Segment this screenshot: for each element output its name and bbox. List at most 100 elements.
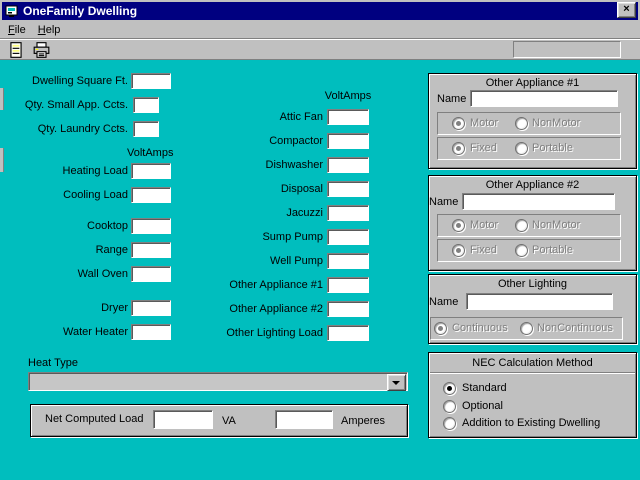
menu-help[interactable]: Help (32, 22, 67, 38)
heat-type-dropdown-button[interactable] (387, 374, 406, 391)
appliance2-name-label: Name (429, 196, 458, 209)
noncontinuous-label: NonContinuous (537, 322, 613, 335)
compactor-input[interactable] (327, 133, 369, 149)
va-unit-label: VA (222, 415, 236, 428)
appliance2-motor-radio (452, 219, 465, 232)
appliance1-nonmotor-radio (515, 117, 528, 130)
print-button[interactable] (32, 41, 52, 59)
nec-addition-radio[interactable] (443, 417, 456, 430)
other-appliance2-va-label: Other Appliance #2 (180, 303, 323, 316)
compactor-label: Compactor (180, 135, 323, 148)
net-computed-load-label: Net Computed Load (45, 413, 143, 426)
nec-method-title: NEC Calculation Method (429, 357, 636, 370)
heat-type-select[interactable] (28, 372, 408, 391)
appliance1-portable-label: Portable (532, 142, 573, 155)
appliance2-portable-radio (515, 244, 528, 257)
lighting-name-input[interactable] (466, 293, 613, 310)
report-icon (7, 41, 25, 59)
jacuzzi-label: Jacuzzi (180, 207, 323, 220)
heat-type-label: Heat Type (28, 357, 78, 370)
qty-small-app-input[interactable] (133, 97, 159, 113)
disposal-input[interactable] (327, 181, 369, 197)
attic-fan-label: Attic Fan (180, 111, 323, 124)
qty-small-app-label: Qty. Small App. Ccts. (0, 99, 128, 112)
noncontinuous-radio (520, 322, 533, 335)
qty-laundry-input[interactable] (133, 121, 159, 137)
net-load-amperes-input[interactable] (275, 410, 333, 429)
qty-laundry-label: Qty. Laundry Ccts. (0, 123, 128, 136)
appliance2-nonmotor-label: NonMotor (532, 219, 580, 232)
water-heater-label: Water Heater (0, 326, 128, 339)
dishwasher-label: Dishwasher (180, 159, 323, 172)
other-appliance1-va-input[interactable] (327, 277, 369, 293)
dishwasher-input[interactable] (327, 157, 369, 173)
range-label: Range (0, 244, 128, 257)
app-icon (5, 4, 19, 18)
dryer-label: Dryer (0, 302, 128, 315)
printer-icon (32, 41, 51, 59)
report-button[interactable] (7, 41, 27, 59)
net-load-va-input[interactable] (153, 410, 213, 429)
well-pump-input[interactable] (327, 253, 369, 269)
cooling-load-label: Cooling Load (0, 189, 128, 202)
appliance1-portable-radio (515, 142, 528, 155)
appliance1-motor-radio (452, 117, 465, 130)
sump-pump-input[interactable] (327, 229, 369, 245)
appliance1-motor-label: Motor (470, 117, 498, 130)
appliance1-name-label: Name (437, 93, 466, 106)
sump-pump-label: Sump Pump (180, 231, 323, 244)
voltamps-header-left: VoltAmps (127, 147, 173, 160)
appliance2-motor-label: Motor (470, 219, 498, 232)
other-lighting-load-label: Other Lighting Load (180, 327, 323, 340)
cooktop-label: Cooktop (0, 220, 128, 233)
toolbar-status-box (513, 41, 621, 58)
other-lighting-load-input[interactable] (327, 325, 369, 341)
wall-oven-label: Wall Oven (0, 268, 128, 281)
amperes-unit-label: Amperes (341, 415, 385, 428)
dryer-input[interactable] (131, 300, 171, 316)
appliance2-fixed-label: Fixed (470, 244, 497, 257)
jacuzzi-input[interactable] (327, 205, 369, 221)
other-appliance2-va-input[interactable] (327, 301, 369, 317)
nec-addition-label: Addition to Existing Dwelling (462, 417, 600, 430)
water-heater-input[interactable] (131, 324, 171, 340)
appliance2-fixed-radio (452, 244, 465, 257)
voltamps-header-middle: VoltAmps (324, 90, 372, 103)
nec-optional-label: Optional (462, 400, 503, 413)
other-appliance1-va-label: Other Appliance #1 (180, 279, 323, 292)
other-lighting-title: Other Lighting (429, 278, 636, 291)
well-pump-label: Well Pump (180, 255, 323, 268)
appliance1-nonmotor-label: NonMotor (532, 117, 580, 130)
cooktop-input[interactable] (131, 218, 171, 234)
lighting-name-label: Name (429, 296, 458, 309)
title-bar: OneFamily Dwelling (2, 2, 638, 20)
menu-file[interactable]: File (2, 22, 32, 38)
wall-oven-input[interactable] (131, 266, 171, 282)
nec-standard-radio[interactable] (443, 382, 456, 395)
window-title: OneFamily Dwelling (23, 4, 137, 18)
range-input[interactable] (131, 242, 171, 258)
appliance2-name-input[interactable] (462, 193, 615, 210)
nec-standard-label: Standard (462, 382, 507, 395)
attic-fan-input[interactable] (327, 109, 369, 125)
cooling-load-input[interactable] (131, 187, 171, 203)
chevron-down-icon (392, 381, 400, 385)
other-appliance2-title: Other Appliance #2 (429, 179, 636, 192)
menu-bar: File Help (2, 21, 638, 38)
heating-load-label: Heating Load (0, 165, 128, 178)
close-button[interactable]: × (617, 2, 636, 18)
dwelling-sqft-label: Dwelling Square Ft. (0, 75, 128, 88)
nec-title-separator-light (430, 373, 635, 374)
continuous-label: Continuous (452, 322, 508, 335)
dwelling-sqft-input[interactable] (131, 73, 171, 89)
disposal-label: Disposal (180, 183, 323, 196)
appliance1-name-input[interactable] (470, 90, 618, 107)
nec-optional-radio[interactable] (443, 400, 456, 413)
other-appliance1-title: Other Appliance #1 (429, 77, 636, 90)
heating-load-input[interactable] (131, 163, 171, 179)
appliance2-nonmotor-radio (515, 219, 528, 232)
continuous-radio (434, 322, 447, 335)
appliance2-portable-label: Portable (532, 244, 573, 257)
appliance1-fixed-label: Fixed (470, 142, 497, 155)
app-window: OneFamily Dwelling × File Help Dw (0, 0, 640, 480)
